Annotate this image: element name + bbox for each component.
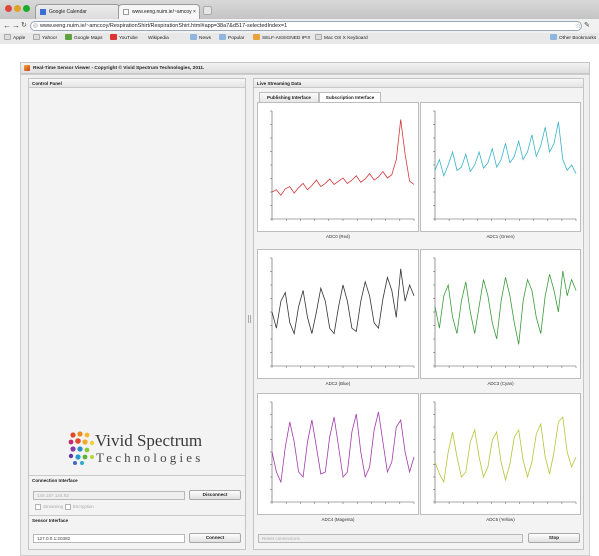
chart-adc0-plot <box>270 110 415 221</box>
folder-icon <box>550 34 557 40</box>
bookmark-item[interactable]: Google Maps <box>65 34 103 43</box>
streaming-checkbox[interactable] <box>35 504 41 510</box>
youtube-icon <box>110 34 117 40</box>
sensor-interface-title: Sensor Interface <box>32 518 68 523</box>
chart-axes <box>271 111 414 220</box>
chart-adc4-plot <box>270 401 415 504</box>
minimize-window-icon[interactable] <box>14 5 21 12</box>
series-line <box>434 270 577 345</box>
connect-button[interactable]: Connect <box>189 533 241 543</box>
forward-icon[interactable]: → <box>12 20 20 32</box>
bookmark-item[interactable]: Yahoo! <box>33 34 57 43</box>
chart-adc1-label: ADC1 (Green) <box>486 234 515 239</box>
app-icon <box>24 65 30 71</box>
bookmark-item[interactable]: YouTube <box>110 34 138 43</box>
disconnect-button[interactable]: Disconnect <box>189 490 241 500</box>
sensor-address-input[interactable]: 127.0.0.1:20382 <box>33 534 185 543</box>
browser-tab-active[interactable]: www.eeng.nuim.ie/~amcoy × <box>118 4 200 19</box>
address-text: www.eeng.nuim.ie/~amccoy/RespirationShir… <box>40 23 288 29</box>
globe-icon: ◎ <box>33 23 38 29</box>
streaming-label: Streaming <box>43 504 64 509</box>
browser-nav-bar: ← → ↻ ◎ www.eeng.nuim.ie/~amccoy/Respira… <box>0 19 599 33</box>
tab-subscription[interactable]: Subscription Interface <box>319 92 381 102</box>
chart-adc5-label: ADC5 (Yellow) <box>486 517 515 522</box>
tab-title: Google Calendar <box>49 9 87 15</box>
bookmark-item[interactable]: Apple <box>4 34 25 43</box>
chart-adc2 <box>257 249 419 379</box>
reload-icon[interactable]: ↻ <box>21 20 27 32</box>
control-panel: Control Panel Vivid Spectrum Technologie… <box>28 78 246 550</box>
status-input[interactable]: Reset connections <box>258 534 523 543</box>
other-bookmarks[interactable]: Other Bookmarks <box>550 34 596 43</box>
maps-icon <box>65 34 72 40</box>
folder-icon <box>190 34 197 40</box>
chart-axes <box>434 258 576 367</box>
status-placeholder: Reset connections <box>262 536 300 541</box>
chart-adc3-label: ADC3 (Cyan) <box>487 381 514 386</box>
tab-publishing[interactable]: Publishing Interface <box>259 92 319 102</box>
stop-button[interactable]: Stop <box>528 533 580 543</box>
browser-tab-calendar[interactable]: Google Calendar <box>35 4 120 19</box>
folder-icon <box>219 34 226 40</box>
page-icon <box>123 9 129 15</box>
chart-adc0-label: ADC0 (Red) <box>326 234 350 239</box>
series-line <box>434 121 577 178</box>
bookmark-item[interactable]: Mac OS X Keyboard <box>315 34 368 43</box>
bookmark-item[interactable]: Wikipedia <box>148 34 169 43</box>
chart-adc0 <box>257 102 419 232</box>
chart-adc4 <box>257 393 419 515</box>
splitter-handle[interactable] <box>248 315 251 323</box>
browser-tab-bar: Google Calendar www.eeng.nuim.ie/~amcoy … <box>0 0 599 20</box>
logo-line-2: Technologies <box>96 450 204 465</box>
page-icon <box>315 34 322 40</box>
encryption-checkbox[interactable] <box>65 504 71 510</box>
live-streaming-title: Live Streaming Data <box>254 79 583 88</box>
zoom-window-icon[interactable] <box>23 5 30 12</box>
logo-line-1: Vivid Spectrum <box>95 431 203 450</box>
sensor-interface-section: Sensor Interface <box>29 515 245 525</box>
chart-adc1-plot <box>433 110 577 221</box>
control-panel-title: Control Panel <box>29 79 245 88</box>
host-input[interactable]: 149.157.144.82 <box>33 491 185 500</box>
page-icon <box>4 34 11 40</box>
chart-adc2-plot <box>270 257 415 368</box>
new-tab-button[interactable] <box>203 6 212 15</box>
chart-adc2-label: ADC2 (Blue) <box>325 381 351 386</box>
chart-adc3 <box>420 249 581 379</box>
tab-title: www.eeng.nuim.ie/~amcoy × <box>132 9 196 15</box>
connection-interface-section: Connection Interface <box>29 475 245 485</box>
live-streaming-panel: Live Streaming Data Publishing Interface… <box>253 78 584 550</box>
series-line <box>434 416 577 484</box>
wrench-icon[interactable]: ✎ <box>584 20 590 32</box>
chart-axes <box>271 258 414 367</box>
series-line <box>271 268 415 336</box>
star-icon[interactable]: ☆ <box>575 22 581 30</box>
bookmark-item[interactable]: News <box>190 34 211 43</box>
page-icon <box>33 34 40 40</box>
chart-adc1 <box>420 102 581 232</box>
streaming-tabs: Publishing Interface Subscription Interf… <box>259 92 579 102</box>
connection-interface-title: Connection Interface <box>32 478 78 483</box>
chart-adc4-label: ADC4 (Magenta) <box>321 517 355 522</box>
encryption-label: Encryption <box>73 504 94 509</box>
bookmark-item[interactable]: SELF-ASSIGNED IP!!! <box>253 34 310 43</box>
chart-axes <box>434 111 576 220</box>
series-line <box>271 411 415 484</box>
vivid-spectrum-logo-icon <box>68 431 95 465</box>
series-line <box>271 119 415 196</box>
page-icon <box>253 34 260 40</box>
chart-adc5 <box>420 393 581 515</box>
app-title-bar: Real-Time Sensor Viewer - Copyright © Vi… <box>20 62 590 74</box>
address-bar[interactable]: ◎ www.eeng.nuim.ie/~amccoy/RespirationSh… <box>30 21 582 31</box>
app-title: Real-Time Sensor Viewer - Copyright © Vi… <box>33 66 205 71</box>
chart-adc3-plot <box>433 257 577 368</box>
bookmark-item[interactable]: Popular <box>219 34 245 43</box>
close-window-icon[interactable] <box>5 5 12 12</box>
calendar-icon <box>40 9 46 15</box>
back-icon[interactable]: ← <box>3 20 11 32</box>
chart-adc5-plot <box>433 401 577 504</box>
